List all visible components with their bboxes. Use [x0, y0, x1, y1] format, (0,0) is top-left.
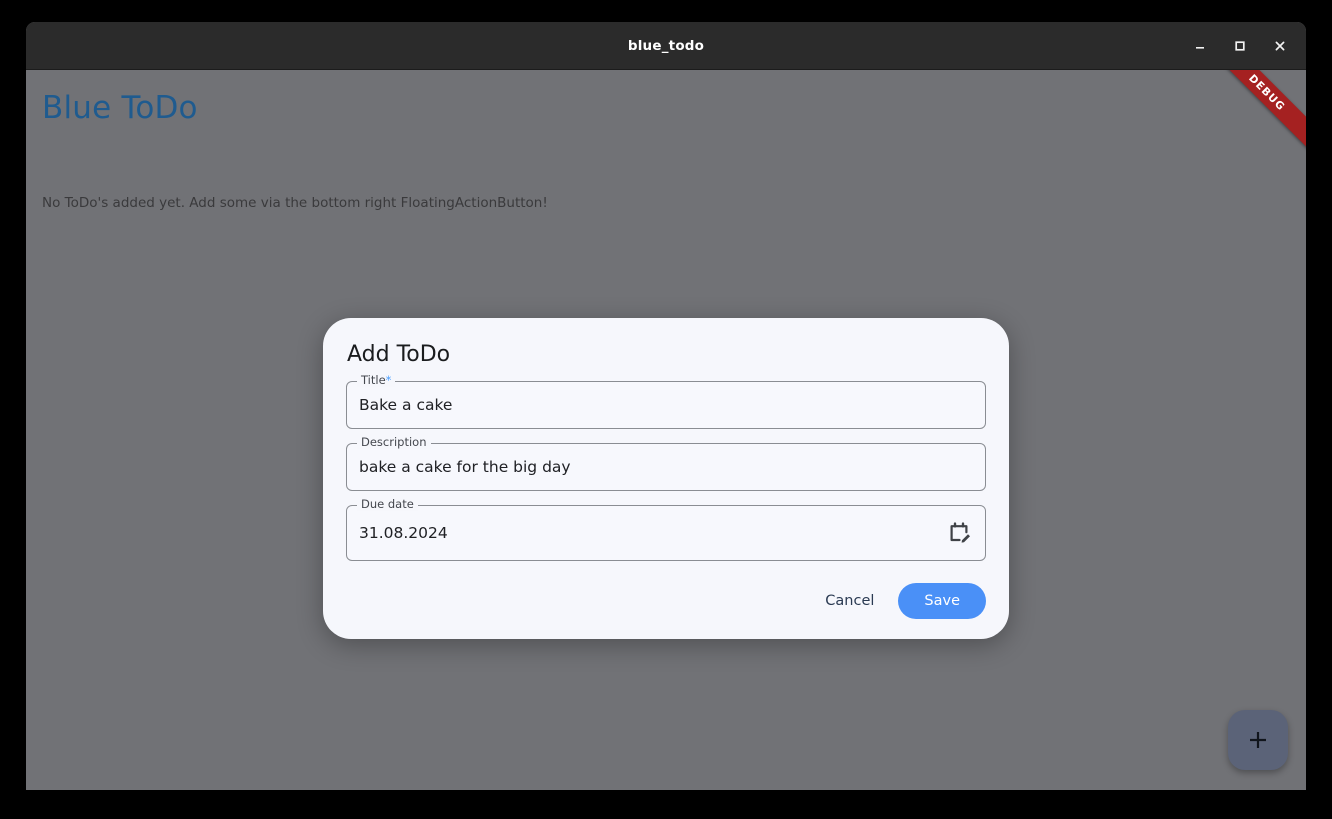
required-asterisk: *: [386, 373, 392, 387]
window-title: blue_todo: [628, 38, 704, 54]
window-controls: [1182, 22, 1298, 70]
application-window: blue_todo Blue ToDo No ToDo's added yet.…: [26, 22, 1306, 790]
description-field-label-text: Description: [361, 435, 427, 449]
dialog-title: Add ToDo: [347, 342, 986, 367]
title-bar: blue_todo: [26, 22, 1306, 70]
app-body: Blue ToDo No ToDo's added yet. Add some …: [26, 70, 1306, 790]
due-date-field[interactable]: Due date 31.08.2024: [346, 505, 986, 561]
description-field-label: Description: [357, 436, 431, 449]
empty-state-message: No ToDo's added yet. Add some via the bo…: [42, 195, 548, 211]
close-button[interactable]: [1262, 28, 1298, 64]
due-date-field-value: 31.08.2024: [359, 524, 448, 542]
maximize-icon: [1234, 40, 1246, 52]
due-date-field-label-text: Due date: [361, 497, 414, 511]
add-todo-dialog: Add ToDo Title* Bake a cake Description …: [323, 318, 1009, 639]
save-button[interactable]: Save: [898, 583, 986, 619]
minimize-button[interactable]: [1182, 28, 1218, 64]
title-field-label: Title*: [357, 374, 395, 387]
minimize-icon: [1194, 40, 1206, 52]
debug-ribbon: DEBUG: [1207, 70, 1306, 153]
title-field-value: Bake a cake: [359, 396, 452, 414]
add-todo-fab[interactable]: [1228, 710, 1288, 770]
cancel-button[interactable]: Cancel: [811, 584, 888, 618]
debug-ribbon-label: DEBUG: [1246, 72, 1287, 113]
description-field-value: bake a cake for the big day: [359, 458, 571, 476]
maximize-button[interactable]: [1222, 28, 1258, 64]
title-field[interactable]: Title* Bake a cake: [346, 381, 986, 429]
due-date-field-label: Due date: [357, 498, 418, 511]
description-field[interactable]: Description bake a cake for the big day: [346, 443, 986, 491]
plus-icon: [1247, 729, 1269, 751]
close-icon: [1274, 40, 1286, 52]
page-title: Blue ToDo: [42, 90, 198, 126]
dialog-actions: Cancel Save: [346, 583, 986, 619]
edit-calendar-icon[interactable]: [947, 520, 973, 546]
title-field-label-text: Title: [361, 373, 386, 387]
